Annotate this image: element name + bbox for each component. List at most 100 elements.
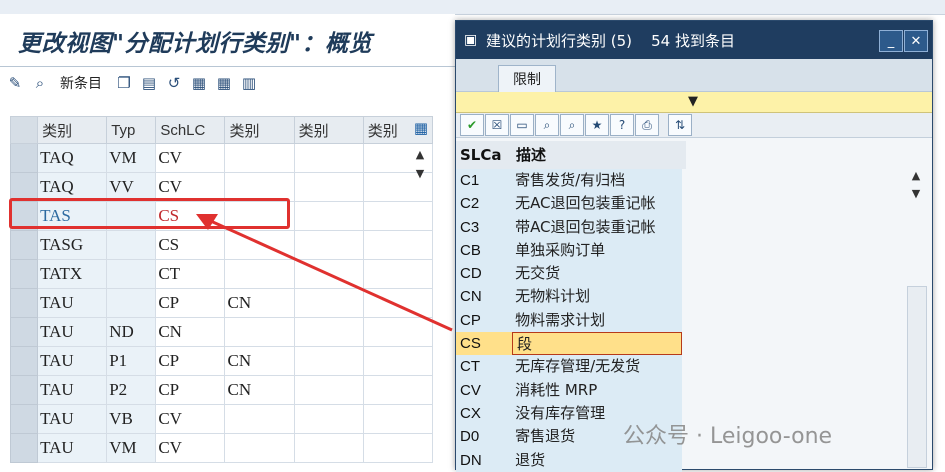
grid-cell[interactable] [106,288,157,318]
grid-cell[interactable]: CV [155,404,226,434]
col-header-category-2[interactable]: 类别 [224,116,295,144]
list-item[interactable]: C3 带AC退回包装重记帐 [456,215,682,239]
grid-cell[interactable] [293,433,364,463]
grid-cell[interactable] [293,317,364,347]
grid-cell[interactable]: P1 [106,346,157,376]
table-row[interactable]: TAU VM CV [9,433,434,463]
list-item[interactable]: DN 退货 [456,448,682,472]
scroll-track[interactable] [907,286,927,468]
scroll-up-icon[interactable]: ▲ [416,148,424,161]
list-item[interactable]: CS 段 [456,332,682,356]
grid-cell[interactable]: TAU [37,317,108,347]
col-header-schlc[interactable]: SchLC [155,116,226,144]
row-selector[interactable] [9,433,39,463]
new-list-icon[interactable]: ▭ [510,114,534,136]
filter-icon[interactable]: ▼ [688,94,698,109]
tab-restrictions[interactable]: 限制 [498,65,556,92]
grid-cell[interactable] [362,404,434,434]
grid-cell[interactable]: CN [224,375,295,405]
deselect-all-icon[interactable]: ▥ [238,72,260,94]
scroll-down-icon[interactable]: ▼ [906,184,926,202]
select-all-icon[interactable]: ▦ [188,72,210,94]
grid-cell[interactable] [362,433,434,463]
confirm-icon[interactable]: ✔ [460,114,484,136]
grid-cell[interactable]: TAU [37,375,108,405]
row-selector[interactable] [9,259,39,289]
grid-cell[interactable] [224,317,295,347]
grid-cell[interactable]: CN [155,317,226,347]
row-selector[interactable] [9,317,39,347]
grid-cell[interactable] [224,259,295,289]
grid-cell[interactable] [293,404,364,434]
help-icon[interactable]: ? [610,114,634,136]
table-row[interactable]: TASG CS [9,230,434,260]
grid-cell[interactable]: CP [155,375,226,405]
find-next-icon[interactable]: ⌕ [560,114,584,136]
grid-cell[interactable]: TAU [37,433,108,463]
col-header-category[interactable]: 类别 [37,116,108,144]
row-selector[interactable] [9,346,39,376]
col-header-typ[interactable]: Typ [106,116,157,144]
grid-cell[interactable]: VB [106,404,157,434]
grid-cell[interactable] [362,317,434,347]
grid-cell[interactable]: TAQ [37,143,108,173]
row-selector[interactable] [9,230,39,260]
grid-cell[interactable] [224,143,295,173]
dialog-scrollbar[interactable]: ▲ ▼ [906,166,927,468]
table-row[interactable]: TAQ VM CV [9,143,434,173]
grid-cell[interactable]: ND [106,317,157,347]
list-item[interactable]: CB 单独采购订单 [456,238,682,263]
grid-cell[interactable] [106,230,157,260]
other-entry-icon[interactable]: ⌕ [29,72,51,94]
grid-cell[interactable]: CP [155,288,226,318]
table-settings-icon[interactable]: ▦ [411,118,431,138]
favorites-icon[interactable]: ★ [585,114,609,136]
row-selector[interactable] [9,375,39,405]
grid-cell[interactable]: CS [155,230,226,260]
list-item[interactable]: CN 无物料计划 [456,285,682,309]
table-row[interactable]: TAU CP CN [9,288,434,318]
list-item[interactable]: CD 无交货 [456,262,682,286]
print-icon[interactable]: ⎙ [635,114,659,136]
grid-cell[interactable] [362,288,434,318]
grid-cell[interactable] [293,172,364,202]
grid-cell[interactable] [362,230,434,260]
grid-cell[interactable] [293,375,364,405]
col-header-slca[interactable]: SLCa [456,141,512,169]
list-item[interactable]: C2 无AC退回包装重记帐 [456,192,682,216]
grid-cell[interactable]: CN [224,288,295,318]
grid-cell[interactable]: CN [224,346,295,376]
grid-cell[interactable]: CT [155,259,226,289]
cancel-icon[interactable]: ☒ [485,114,509,136]
grid-cell[interactable]: CV [155,433,226,463]
list-item[interactable]: C1 寄售发货/有归档 [456,169,682,193]
grid-cell[interactable]: CV [155,143,226,173]
grid-cell[interactable] [293,201,364,231]
grid-cell[interactable] [293,288,364,318]
grid-cell[interactable] [362,375,434,405]
grid-cell[interactable] [293,143,364,173]
col-header-desc[interactable]: 描述 [512,141,686,169]
table-row[interactable]: TAU ND CN [9,317,434,347]
grid-cell[interactable] [293,346,364,376]
grid-cell[interactable]: TAU [37,404,108,434]
close-button[interactable]: ✕ [904,30,928,52]
row-selector[interactable] [9,288,39,318]
list-item[interactable]: CT 无库存管理/无发货 [456,355,682,379]
grid-cell[interactable]: TATX [37,259,108,289]
col-header-category-3[interactable]: 类别 [293,116,364,144]
find-icon[interactable]: ⌕ [535,114,559,136]
delete-icon[interactable]: ▤ [138,72,160,94]
display-change-icon[interactable]: ✎ [4,72,26,94]
scroll-down-icon[interactable]: ▼ [416,167,424,180]
grid-cell[interactable]: TAU [37,288,108,318]
sort-icon[interactable]: ⇅ [668,114,692,136]
grid-cell[interactable]: P2 [106,375,157,405]
grid-cell[interactable] [293,259,364,289]
filter-bar[interactable]: ▼ [456,92,932,113]
grid-cell[interactable] [224,230,295,260]
row-selector[interactable] [9,143,39,173]
grid-cell[interactable] [224,433,295,463]
scroll-up-icon[interactable]: ▲ [906,166,926,184]
minimize-button[interactable]: _ [879,30,903,52]
